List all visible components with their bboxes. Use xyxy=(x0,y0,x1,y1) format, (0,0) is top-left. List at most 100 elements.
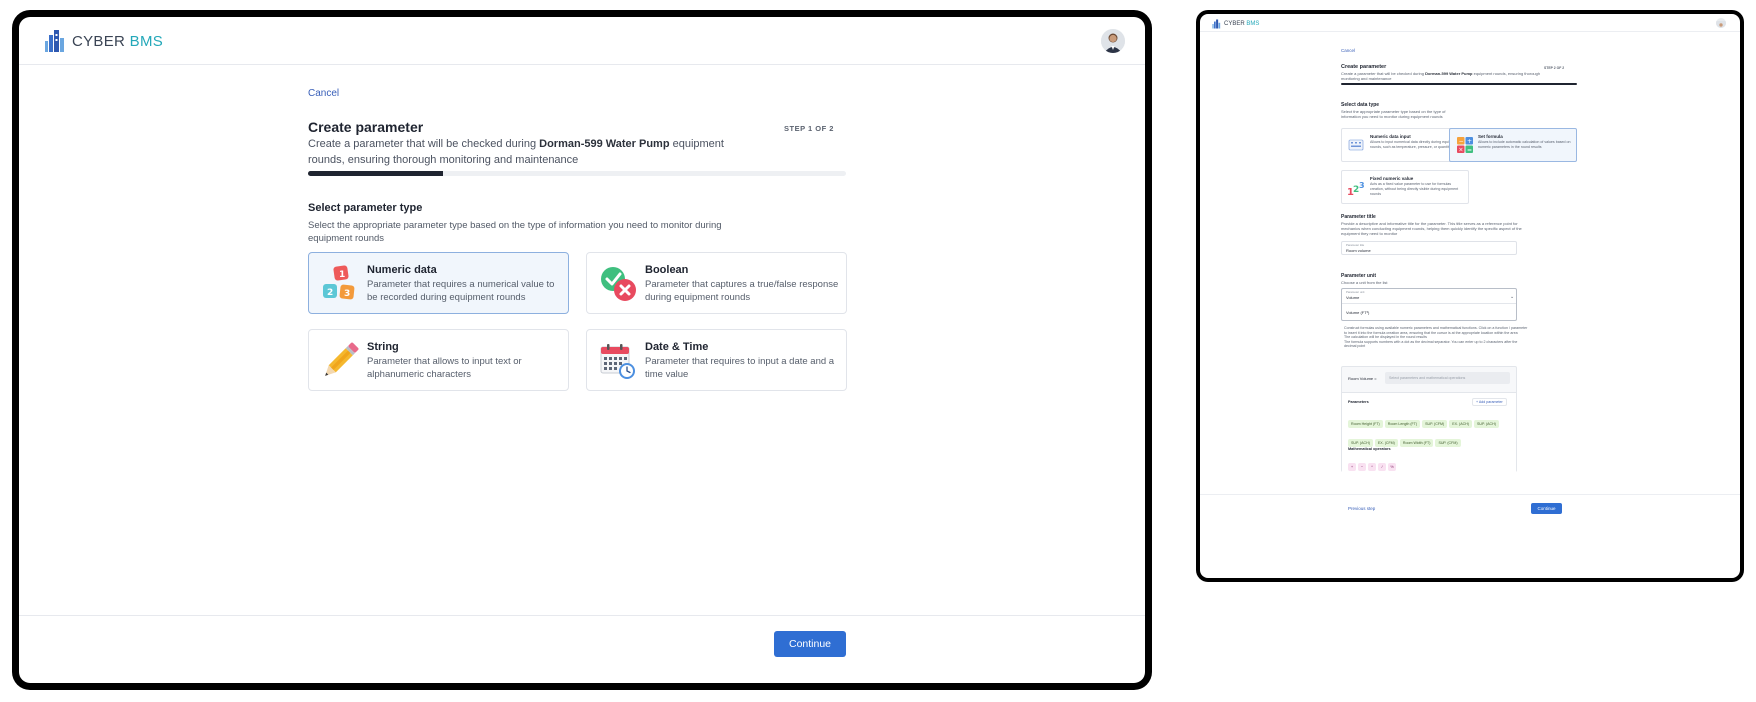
param-unit-description: Choose a unit from the list xyxy=(1341,280,1388,285)
page-title: Create parameter xyxy=(308,119,424,135)
continue-button[interactable]: Continue xyxy=(774,631,846,657)
add-parameter-button[interactable]: + Add parameter xyxy=(1472,398,1507,406)
type-card-description: Parameter that requires a numerical valu… xyxy=(367,279,555,303)
preview-step: STEP 2 OF 2 xyxy=(1544,66,1565,70)
svg-text:=: = xyxy=(1467,147,1472,154)
parameter-chip[interactable]: SUP. (CFM) xyxy=(1435,439,1461,447)
chevron-down-icon[interactable]: ⌄ xyxy=(1510,294,1514,300)
param-title-field[interactable]: Parameter title Room volume xyxy=(1341,241,1517,255)
section-description: Select the appropriate parameter type ba… xyxy=(308,220,722,244)
svg-text:+: + xyxy=(1467,138,1472,145)
type-card-string[interactable]: String Parameter that allows to input te… xyxy=(308,329,569,391)
param-title-heading: Parameter title xyxy=(1341,214,1376,220)
type-card-numeric[interactable]: 1 2 3 Numeric data Parameter that requir… xyxy=(308,252,569,314)
device-frame-preview: CYBER BMS Cancel Create parameter STEP 2… xyxy=(1196,10,1744,582)
previous-step-link[interactable]: Previous step xyxy=(1348,506,1375,511)
operators-heading: Mathematical operators xyxy=(1348,447,1391,451)
unit-option[interactable]: Volume (FT³) xyxy=(1346,310,1369,315)
preview-screen: CYBER BMS Cancel Create parameter STEP 2… xyxy=(1200,14,1740,578)
data-type-card-fixed[interactable]: 1 2 3 Fixed numeric value Acts as a fixe… xyxy=(1341,170,1469,204)
operator-chip[interactable]: % xyxy=(1388,463,1396,471)
buildings-logo-icon xyxy=(1212,19,1221,29)
parameter-chip[interactable]: SUP. (ACH) xyxy=(1348,439,1373,447)
user-avatar[interactable] xyxy=(1716,18,1726,28)
brand-name: CYBER BMS xyxy=(72,32,164,50)
parameter-chip[interactable]: EX. (ACH) xyxy=(1449,420,1473,428)
continue-button[interactable]: Continue xyxy=(1531,503,1562,514)
type-card-datetime[interactable]: Date & Time Parameter that requires to i… xyxy=(586,329,847,391)
parameter-chip[interactable]: Room Height (FT) xyxy=(1348,420,1383,428)
brand-name: CYBER BMS xyxy=(1224,21,1260,27)
formula-input[interactable]: Select parameters and mathematical opera… xyxy=(1385,372,1510,384)
preview-header: CYBER BMS xyxy=(1200,14,1740,32)
operator-chip[interactable]: + xyxy=(1348,463,1356,471)
footer-bar xyxy=(19,615,1145,683)
buildings-logo-icon xyxy=(45,30,64,52)
device-frame-main: CYBER BMS Cancel Create parameter STEP 1… xyxy=(12,10,1152,690)
operator-chip[interactable]: * xyxy=(1368,463,1376,471)
type-card-boolean[interactable]: Boolean Parameter that captures a true/f… xyxy=(586,252,847,314)
avatar-icon xyxy=(1716,21,1726,28)
page-description: Create a parameter that will be checked … xyxy=(308,138,724,166)
svg-text:−: − xyxy=(1459,138,1464,145)
type-card-title: String xyxy=(367,341,399,353)
formula-operators-icon: − + × = xyxy=(1457,137,1473,154)
data-type-card-title: Set formula xyxy=(1478,134,1503,139)
data-type-card-formula[interactable]: − + × = Set formula Allows to include au… xyxy=(1449,128,1577,162)
progress-bar xyxy=(308,171,846,176)
check-cross-icon xyxy=(601,267,636,301)
type-card-title: Boolean xyxy=(645,264,689,276)
app-logo[interactable]: CYBER BMS xyxy=(44,29,163,53)
type-card-description: Parameter that captures a true/false res… xyxy=(645,279,839,303)
equipment-name: Dorman-599 Water Pump xyxy=(539,138,670,150)
operator-chip[interactable]: / xyxy=(1378,463,1386,471)
pencil-icon xyxy=(325,342,359,376)
param-unit-heading: Parameter unit xyxy=(1341,273,1377,279)
top-header: CYBER BMS xyxy=(19,17,1145,65)
parameter-chip[interactable]: Room Length (FT) xyxy=(1384,420,1421,428)
formula-palette: Parameters + Add parameter Room Height (… xyxy=(1342,392,1516,472)
step-indicator: STEP 1 OF 2 xyxy=(784,124,834,133)
progress-fill xyxy=(308,171,443,176)
data-type-card-description: Allows to include automatic calculation … xyxy=(1478,140,1571,149)
formula-notes: Construct formulas using available numer… xyxy=(1344,326,1528,349)
parameter-chip[interactable]: Room Width (FT) xyxy=(1399,439,1434,447)
operator-chips: + − * /% xyxy=(1348,455,1398,473)
data-type-description: Select the appropriate parameter type ba… xyxy=(1341,109,1446,119)
formula-label: Room Volume = xyxy=(1348,376,1377,381)
cancel-link[interactable]: Cancel xyxy=(1341,48,1355,53)
param-title-description: Provide a descriptive and informative ti… xyxy=(1341,221,1522,236)
svg-text:3: 3 xyxy=(1359,181,1365,190)
section-title: Select parameter type xyxy=(308,202,423,214)
avatar-icon xyxy=(1101,29,1125,53)
svg-text:3: 3 xyxy=(344,289,350,299)
data-type-card-title: Fixed numeric value xyxy=(1370,176,1414,181)
type-card-description: Parameter that requires to input a date … xyxy=(645,356,835,380)
parameter-chip[interactable]: EX. (CFM) xyxy=(1374,439,1398,447)
parameter-chips: Room Height (FT) Room Length (FT) SUP. (CF… xyxy=(1348,412,1508,450)
data-type-heading: Select data type xyxy=(1341,102,1380,108)
formula-builder: Room Volume = Select parameters and math… xyxy=(1341,366,1517,472)
data-type-card-title: Numeric data input xyxy=(1370,134,1411,139)
svg-text:2: 2 xyxy=(327,288,333,298)
type-card-title: Date & Time xyxy=(645,341,709,353)
fixed-number-icon: 1 2 3 xyxy=(1347,181,1365,197)
preview-title: Create parameter xyxy=(1341,64,1387,70)
type-card-title: Numeric data xyxy=(367,264,437,276)
parameter-chip[interactable]: SUP. (CFM) xyxy=(1422,420,1448,428)
preview-footer-divider xyxy=(1200,494,1740,495)
svg-text:1: 1 xyxy=(339,270,345,280)
svg-text:×: × xyxy=(1458,147,1463,154)
preview-logo[interactable]: CYBER BMS xyxy=(1212,19,1259,29)
operator-chip[interactable]: − xyxy=(1358,463,1366,471)
data-type-card-description: Acts as a fixed value parameter to use f… xyxy=(1370,182,1459,196)
param-unit-select[interactable]: Parameter unit Volume ⌄ Volume (FT³) xyxy=(1341,288,1517,321)
cancel-link[interactable]: Cancel xyxy=(308,88,339,99)
keypad-icon xyxy=(1348,139,1364,151)
user-avatar[interactable] xyxy=(1101,29,1125,53)
parameters-heading: Parameters xyxy=(1348,400,1369,404)
numeric-blocks-icon: 1 2 3 xyxy=(323,265,355,300)
calendar-clock-icon xyxy=(600,344,635,379)
parameter-chip[interactable]: SUP. (ACH) xyxy=(1474,420,1499,428)
preview-progress-fill xyxy=(1341,83,1577,85)
